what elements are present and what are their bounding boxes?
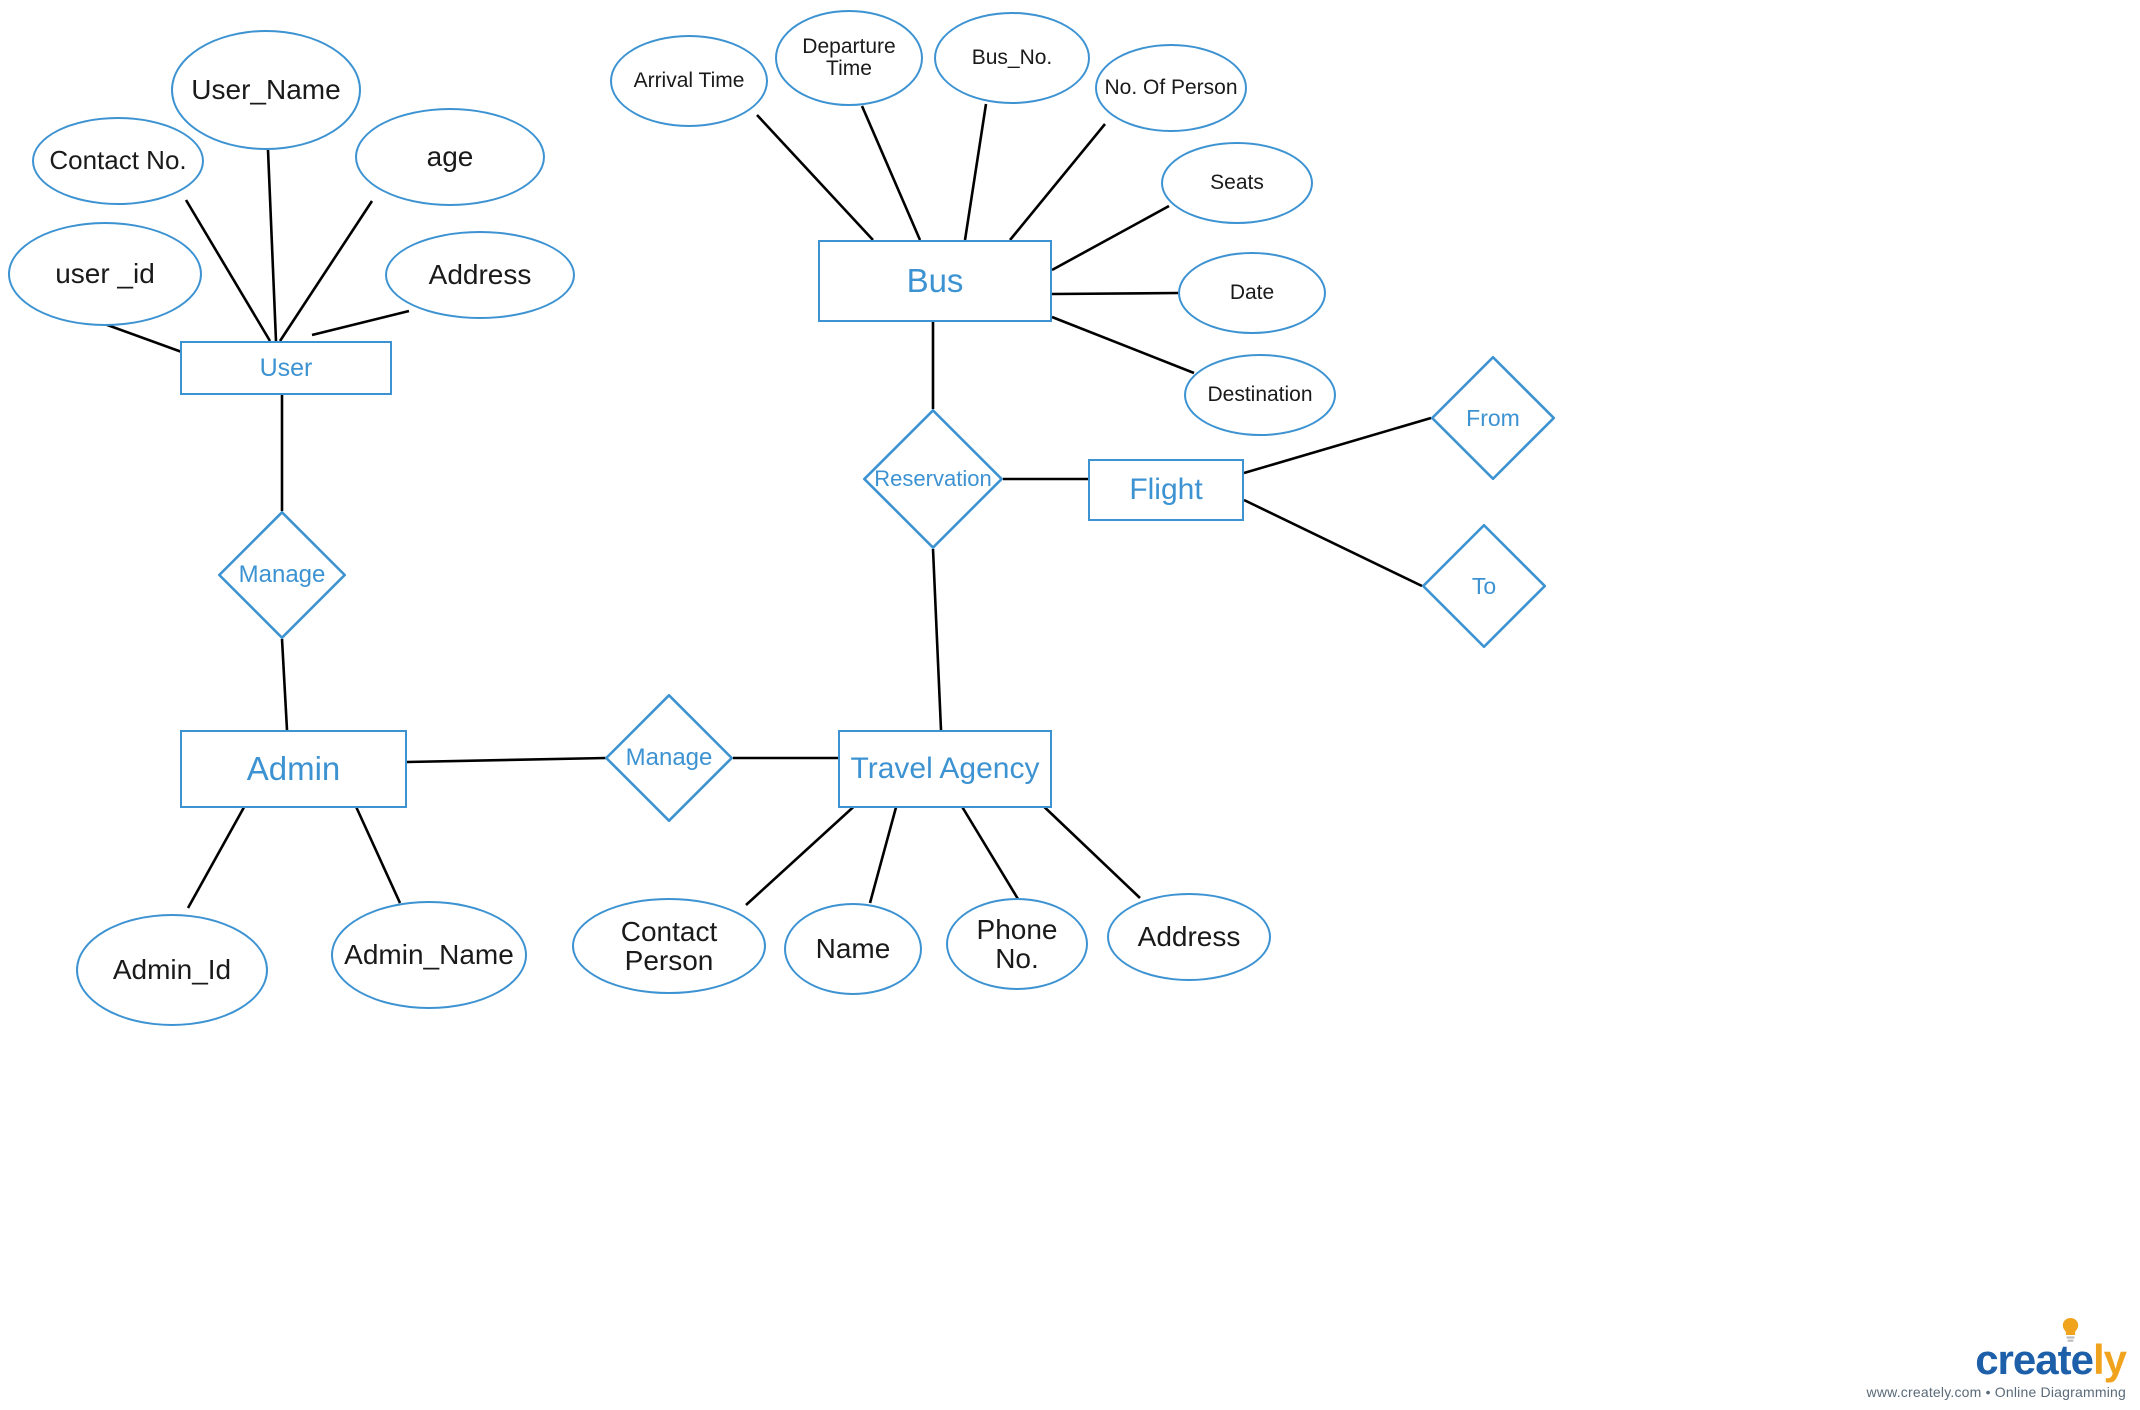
- attribute-label: age: [426, 141, 474, 173]
- attribute-user-id[interactable]: user _id: [8, 222, 202, 326]
- attribute-label: Contact Person: [620, 915, 718, 976]
- relationship-manage-admin-agency[interactable]: Manage: [605, 694, 733, 822]
- connector-manage-user-admin-to-admin[interactable]: [280, 638, 289, 731]
- attribute-label: user _id: [55, 258, 155, 290]
- entity-admin[interactable]: Admin: [180, 730, 407, 808]
- relationship-label: To: [1471, 572, 1497, 599]
- entity-bus[interactable]: Bus: [818, 240, 1052, 322]
- attribute-label: No. Of Person: [1104, 75, 1238, 99]
- connector-layer: [87, 103, 1432, 909]
- connector-age-to-user[interactable]: [278, 200, 374, 342]
- attribute-label: Arrival Time: [633, 68, 745, 92]
- attribute-label: Admin_Name: [344, 939, 514, 971]
- connector-seats-to-bus[interactable]: [1051, 204, 1170, 272]
- connector-no-of-person-to-bus[interactable]: [1008, 123, 1107, 241]
- connector-admin-to-admin-name[interactable]: [351, 799, 402, 904]
- connector-travel-agency-to-address-agency[interactable]: [1036, 799, 1141, 899]
- relationship-to[interactable]: To: [1422, 524, 1546, 648]
- attribute-destination[interactable]: Destination: [1184, 354, 1336, 436]
- connector-bus-no-to-bus[interactable]: [963, 103, 988, 241]
- attribute-label: Bus_No.: [971, 45, 1053, 69]
- attribute-label: Address: [1137, 921, 1241, 953]
- entity-travel-agency[interactable]: Travel Agency: [838, 730, 1052, 808]
- creately-logo-part2: ly: [2092, 1336, 2127, 1383]
- creately-tagline: www.creately.com • Online Diagramming: [1866, 1384, 2126, 1400]
- attribute-age[interactable]: age: [355, 108, 545, 206]
- attribute-label: Contact No.: [49, 145, 187, 176]
- relationship-label: From: [1466, 404, 1520, 431]
- connector-date-to-bus[interactable]: [1051, 291, 1179, 296]
- attribute-seats[interactable]: Seats: [1161, 142, 1313, 224]
- connector-departure-time-to-bus[interactable]: [860, 105, 922, 241]
- connector-travel-agency-to-phone-no[interactable]: [956, 799, 1020, 900]
- attribute-date[interactable]: Date: [1178, 252, 1326, 334]
- creately-logo-part1: create: [1975, 1336, 2094, 1383]
- entity-flight[interactable]: Flight: [1088, 459, 1244, 521]
- connector-arrival-time-to-bus[interactable]: [756, 114, 874, 241]
- connector-user-name-to-user[interactable]: [266, 149, 278, 342]
- attribute-bus-no[interactable]: Bus_No.: [934, 12, 1090, 104]
- relationship-manage-user-admin[interactable]: Manage: [218, 511, 346, 639]
- attribute-name[interactable]: Name: [784, 903, 922, 995]
- entity-label: Admin: [246, 750, 341, 787]
- attribute-label: Admin_Id: [112, 954, 232, 986]
- attribute-user-name[interactable]: User_Name: [171, 30, 361, 150]
- connector-flight-to-to[interactable]: [1243, 498, 1423, 588]
- creately-logo: creately: [1975, 1318, 2127, 1383]
- attribute-admin-name[interactable]: Admin_Name: [331, 901, 527, 1009]
- attribute-label: Departure Time: [802, 34, 896, 80]
- relationship-label: Manage: [625, 744, 713, 771]
- connector-admin-to-manage-admin-agency[interactable]: [406, 756, 607, 764]
- attribute-label: Phone No.: [976, 913, 1058, 974]
- connector-admin-to-admin-id[interactable]: [186, 799, 250, 909]
- connector-travel-agency-to-name[interactable]: [868, 799, 900, 904]
- entity-user[interactable]: User: [180, 341, 392, 395]
- er-diagram-canvas: Contact No. User_Nameage user _id Address Ad…: [0, 0, 2140, 1410]
- attribute-label: User_Name: [191, 74, 341, 106]
- connector-reservation-to-travel-agency[interactable]: [931, 548, 943, 731]
- attribute-label: Address: [428, 259, 532, 291]
- relationship-label: Reservation: [874, 466, 992, 491]
- relationship-from[interactable]: From: [1431, 356, 1555, 480]
- attribute-contact-person[interactable]: Contact Person: [572, 898, 766, 994]
- entity-label: Bus: [906, 262, 964, 299]
- attribute-arrival-time[interactable]: Arrival Time: [610, 35, 768, 127]
- attribute-address-user[interactable]: Address: [385, 231, 575, 319]
- connector-destination-to-bus[interactable]: [1051, 315, 1195, 375]
- relationship-reservation[interactable]: Reservation: [863, 409, 1003, 549]
- lightbulb-icon: [2062, 1318, 2079, 1342]
- attribute-departure-time[interactable]: Departure Time: [775, 10, 923, 106]
- relationship-label: Manage: [238, 561, 326, 588]
- entity-label: Travel Agency: [850, 752, 1040, 785]
- creately-watermark: creately www.creately.com • Online Diagr…: [1866, 1318, 2127, 1400]
- attribute-label: Name: [815, 933, 891, 965]
- attribute-admin-id[interactable]: Admin_Id: [76, 914, 268, 1026]
- entity-label: Flight: [1129, 473, 1203, 506]
- connector-travel-agency-to-contact-person[interactable]: [745, 799, 862, 906]
- attribute-label: Date: [1229, 280, 1275, 304]
- connector-address-user-to-user[interactable]: [311, 309, 410, 337]
- attribute-phone-no[interactable]: Phone No.: [946, 898, 1088, 990]
- attribute-no-of-person[interactable]: No. Of Person: [1095, 44, 1247, 132]
- entity-label: User: [259, 353, 313, 382]
- attribute-contact-no[interactable]: Contact No.: [32, 117, 204, 205]
- attribute-label: Seats: [1210, 170, 1264, 194]
- attribute-label: Destination: [1207, 382, 1313, 406]
- attribute-address-agency[interactable]: Address: [1107, 893, 1271, 981]
